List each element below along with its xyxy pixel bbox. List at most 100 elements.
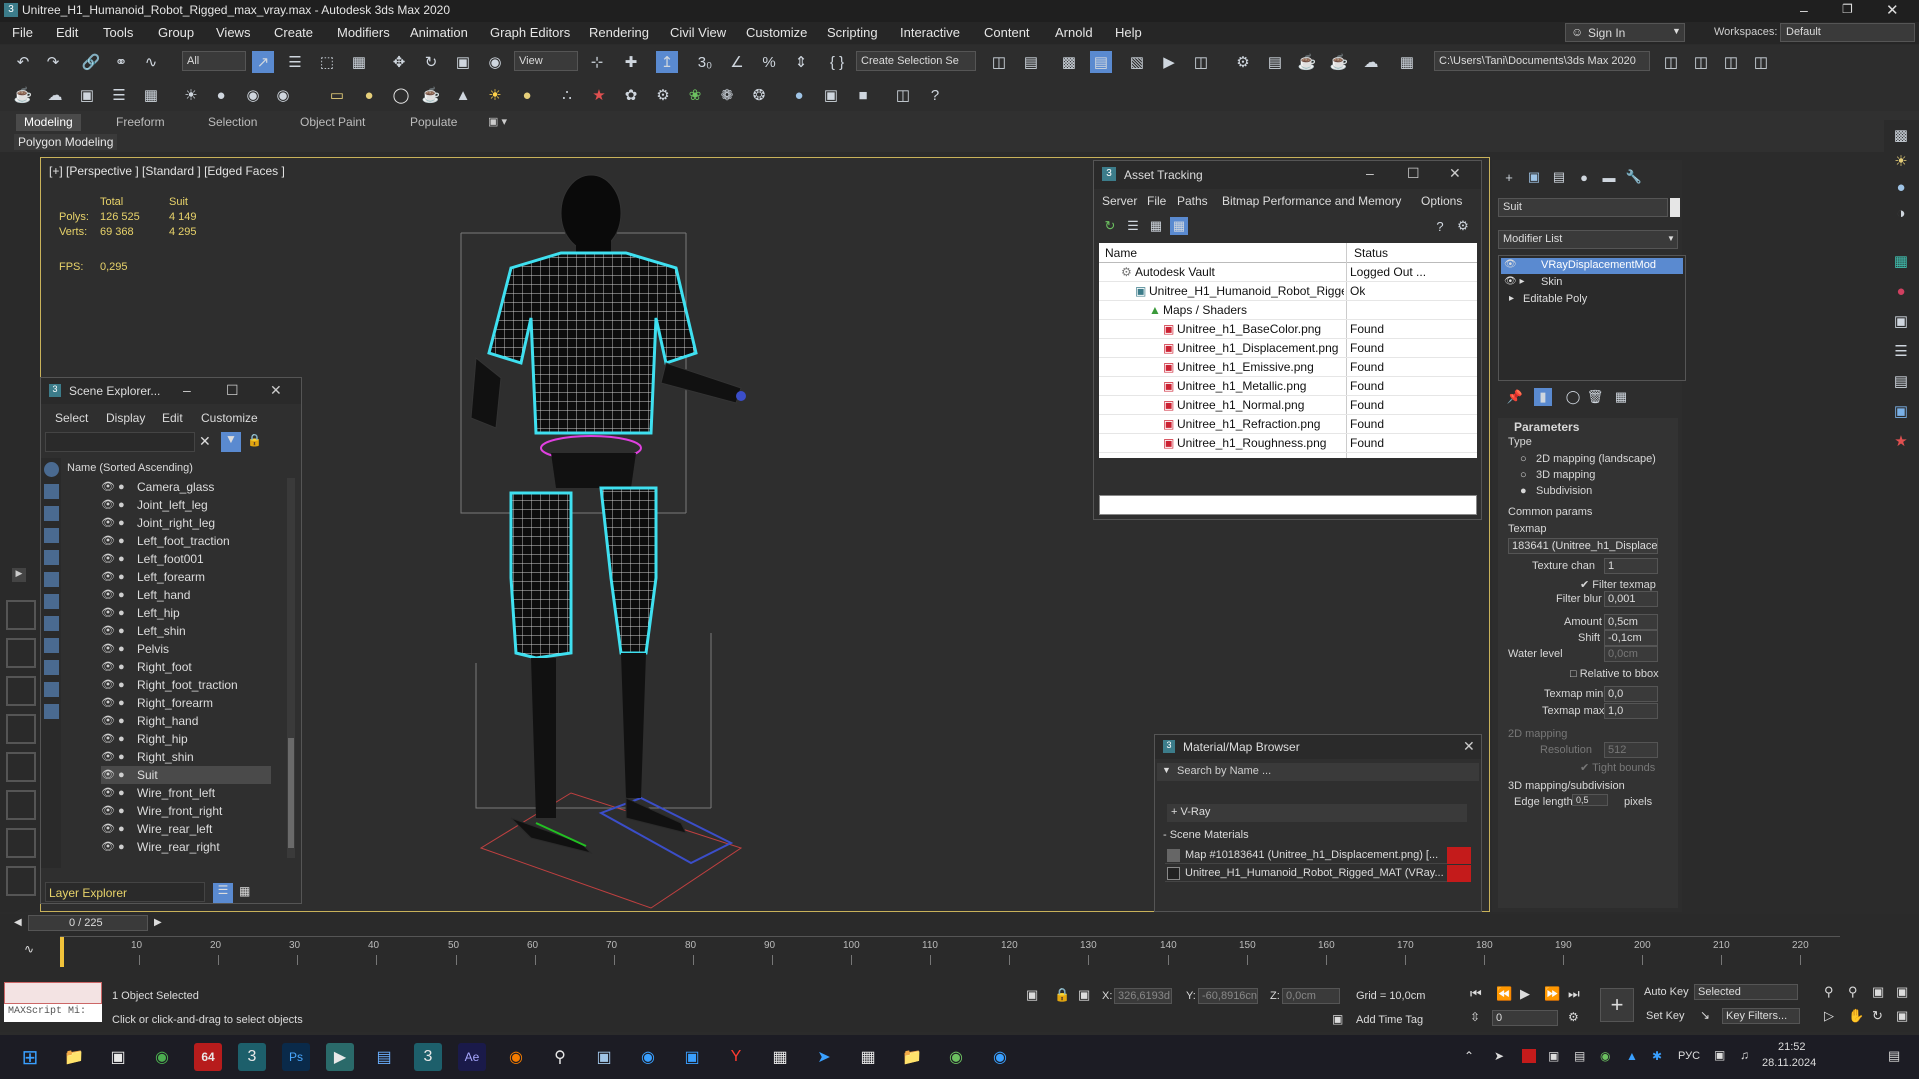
visibility-eye-icon[interactable]: 👁 ● [101, 768, 125, 781]
time-config-icon[interactable]: ⚙ [1568, 1010, 1579, 1024]
snap-3d-icon[interactable]: 3₀ [694, 51, 716, 73]
after-effects-icon[interactable]: Ae [458, 1043, 486, 1071]
angle-snap-icon[interactable]: ∠ [726, 51, 748, 73]
tray-app-icon[interactable]: ▣ [1548, 1049, 1559, 1063]
close-icon[interactable]: ✕ [270, 382, 282, 399]
play-icon[interactable]: ▶ [1520, 986, 1530, 1002]
app-teal-icon[interactable]: ▶ [326, 1043, 354, 1071]
visibility-eye-icon[interactable]: 👁 ● [101, 840, 125, 853]
table-row[interactable]: ▣ Unitree_h1_Metallic.png Found [1099, 377, 1477, 396]
list-item[interactable]: 👁 ● Wire_front_left [101, 784, 271, 802]
tray-send-icon[interactable]: ➤ [1494, 1049, 1504, 1063]
render-frame-icon[interactable]: ▤ [1264, 51, 1286, 73]
selection-set-dropdown[interactable]: Create Selection Se [856, 51, 976, 71]
remove-modifier-icon[interactable]: 🗑 [1586, 388, 1604, 406]
layout-tab-8[interactable] [6, 866, 36, 896]
tray-chevron-icon[interactable]: ⌃ [1464, 1049, 1474, 1063]
material-row[interactable]: Map #10183641 (Unitree_h1_Displacement.p… [1165, 847, 1471, 864]
menu-modifiers[interactable]: Modifiers [337, 25, 390, 40]
clock-time[interactable]: 21:52 [1778, 1041, 1806, 1053]
layout-tab-4[interactable] [6, 714, 36, 744]
display-xrefs-icon[interactable] [44, 616, 59, 631]
key-filter-icon[interactable]: ↘ [1700, 1008, 1710, 1022]
bind-spacewarp-icon[interactable]: ∿ [140, 51, 162, 73]
schematic-view-icon[interactable]: ▶ [1158, 51, 1180, 73]
x-coord-field[interactable]: 326,6193d [1114, 988, 1172, 1004]
prev-frame-icon[interactable]: ⏪ [1496, 986, 1512, 1002]
key-filters-button[interactable]: Key Filters... [1722, 1008, 1800, 1024]
menu-file[interactable]: File [12, 25, 33, 40]
cone-icon[interactable]: ▲ [452, 84, 474, 106]
notepad-icon[interactable]: ▤ [370, 1043, 398, 1071]
goto-end-icon[interactable]: ⏭ [1568, 986, 1580, 1002]
keyboard-shortcut-icon[interactable]: ↥ [656, 51, 678, 73]
dome-icon[interactable]: ● [358, 84, 380, 106]
tab-freeform[interactable]: Freeform [108, 114, 173, 131]
list-item[interactable]: 👁 ● Wire_rear_left [101, 820, 271, 838]
sort-icon[interactable]: ▦ [239, 884, 250, 898]
magnet-icon[interactable]: ★ [588, 84, 610, 106]
texmap-button[interactable]: 183641 (Unitree_h1_Displacen [1508, 538, 1658, 554]
grid-tiles-icon[interactable]: ▦ [1890, 250, 1912, 272]
sphere-red-icon[interactable]: ● [1890, 280, 1912, 302]
undo-icon[interactable]: ↶ [12, 51, 34, 73]
col-status-header[interactable]: Status [1354, 246, 1388, 260]
fov-icon[interactable]: ▷ [1824, 1008, 1834, 1024]
scene-explorer-titlebar[interactable]: 3 Scene Explorer... – ☐ ✕ [41, 378, 301, 404]
grid-icon[interactable]: ▦ [140, 84, 162, 106]
cloud-icon[interactable]: ☁ [44, 84, 66, 106]
display-helpers-icon[interactable] [44, 550, 59, 565]
menu-edit[interactable]: Edit [56, 25, 78, 40]
sphere-icon[interactable]: ◯ [390, 84, 412, 106]
minimize-icon[interactable]: – [183, 382, 191, 398]
visibility-eye-icon[interactable]: 👁 ● [101, 588, 125, 601]
auto-key-button[interactable]: Auto Key [1644, 986, 1689, 998]
shift-spinner[interactable]: -0,1cm [1604, 630, 1658, 646]
visibility-eye-icon[interactable]: 👁 ● [101, 516, 125, 529]
next-frame-icon[interactable]: ⏩ [1544, 986, 1560, 1002]
asset-tracking-window[interactable]: 3 Asset Tracking – ☐ ✕ Server File Paths… [1093, 160, 1482, 520]
filter-icon[interactable]: ▼ [221, 432, 241, 452]
current-frame-field[interactable]: 0 [1492, 1010, 1558, 1026]
3dsmax-taskbar-icon[interactable]: 3 [238, 1043, 266, 1071]
visibility-eye-icon[interactable]: 👁 ● [101, 822, 125, 835]
pivot-icon[interactable]: ⊹ [586, 51, 608, 73]
z-coord-field[interactable]: 0,0cm [1282, 988, 1340, 1004]
menu-views[interactable]: Views [216, 25, 250, 40]
tray-shield-icon[interactable]: ▲ [1626, 1049, 1638, 1063]
menu-group[interactable]: Group [158, 25, 194, 40]
sphere-light-icon[interactable]: ● [210, 84, 232, 106]
layout-tab-1[interactable] [6, 600, 36, 630]
object-name-field[interactable]: Suit [1498, 198, 1668, 217]
object-color-swatch[interactable] [1670, 198, 1680, 217]
display-containers-icon[interactable] [44, 660, 59, 675]
scene-explorer-window[interactable]: 3 Scene Explorer... – ☐ ✕ Select Display… [40, 377, 302, 904]
menu-create[interactable]: Create [274, 25, 313, 40]
layout-tab-2[interactable] [6, 638, 36, 668]
resolution-spinner[interactable]: 512 [1604, 742, 1658, 758]
ball-icon[interactable]: ● [516, 84, 538, 106]
zoom-extents-all-icon[interactable]: ▣ [1896, 984, 1908, 1000]
radio-2d-mapping[interactable]: ○ [1520, 453, 1527, 465]
image-icon[interactable]: ▣ [76, 84, 98, 106]
absolute-mode-icon[interactable]: ▣ [1078, 987, 1090, 1003]
display-spacewarps-icon[interactable] [44, 572, 59, 587]
menu-rendering[interactable]: Rendering [589, 25, 649, 40]
robot-model[interactable] [441, 158, 1001, 910]
list-item[interactable]: 👁 ● Right_hand [101, 712, 271, 730]
calendar-icon[interactable]: ▤ [1890, 370, 1912, 392]
render-gallery-icon[interactable]: ▦ [1396, 51, 1418, 73]
vray-light-icon[interactable]: ◑ [1890, 202, 1912, 224]
menu-customize[interactable]: Customize [746, 25, 807, 40]
relative-bbox-checkbox[interactable]: □ Relative to bbox [1570, 668, 1659, 680]
configure-sets-icon[interactable]: ▦ [1612, 388, 1630, 406]
table-row[interactable]: ▣ Unitree_h1_Refraction.png Found [1099, 415, 1477, 434]
list-item[interactable]: 👁 ● Pelvis [101, 640, 271, 658]
open-project-icon[interactable]: ◫ [1660, 51, 1682, 73]
notifications-icon[interactable]: ▤ [1888, 1048, 1900, 1064]
scene-menu-edit[interactable]: Edit [162, 411, 183, 425]
clear-search-icon[interactable]: ✕ [199, 433, 211, 450]
scene-search-input[interactable] [45, 432, 195, 452]
expand-arrow-icon[interactable]: ▶ [12, 568, 26, 582]
list-item[interactable]: 👁 ● Right_shin [101, 748, 271, 766]
